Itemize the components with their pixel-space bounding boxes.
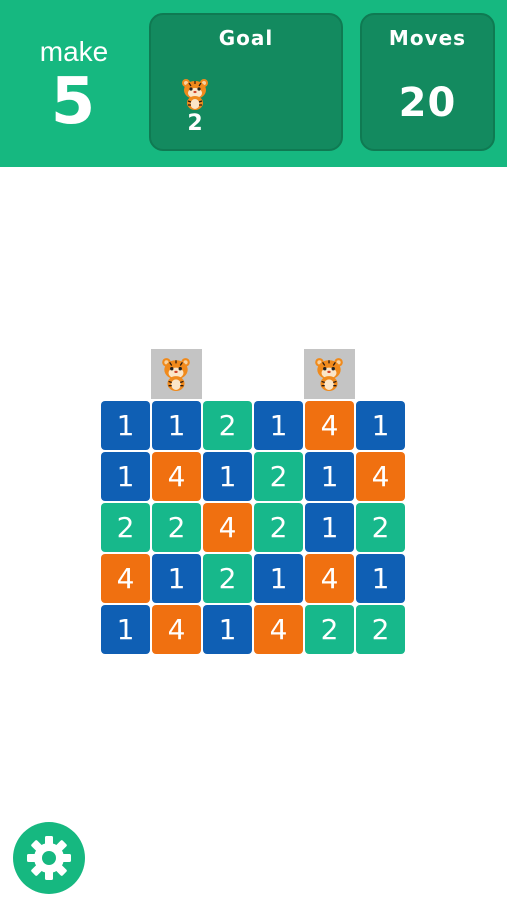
number-tile[interactable]: 4 bbox=[101, 554, 150, 603]
number-tile[interactable]: 2 bbox=[356, 605, 405, 654]
number-tile[interactable]: 2 bbox=[356, 503, 405, 552]
number-tile[interactable]: 1 bbox=[305, 452, 354, 501]
tiger-icon bbox=[159, 351, 193, 397]
header-bar: make 5 Goal 2 Moves 20 bbox=[0, 0, 507, 167]
make-target-number: 5 bbox=[50, 65, 98, 139]
gear-icon bbox=[27, 836, 71, 880]
number-tile[interactable]: 1 bbox=[203, 452, 252, 501]
number-tile[interactable]: 4 bbox=[152, 605, 201, 654]
number-tile[interactable]: 1 bbox=[254, 401, 303, 450]
goal-title: Goal bbox=[218, 26, 274, 50]
goal-panel: Goal 2 bbox=[149, 13, 343, 151]
tiger-icon bbox=[182, 79, 208, 110]
number-tile[interactable]: 4 bbox=[356, 452, 405, 501]
number-tile[interactable]: 2 bbox=[254, 452, 303, 501]
number-tile[interactable]: 1 bbox=[203, 605, 252, 654]
number-tile[interactable]: 4 bbox=[152, 452, 201, 501]
goal-item: 2 bbox=[177, 77, 213, 139]
number-tile[interactable]: 1 bbox=[101, 605, 150, 654]
moves-panel: Moves 20 bbox=[360, 13, 495, 151]
number-tile[interactable]: 2 bbox=[305, 605, 354, 654]
number-tile[interactable]: 4 bbox=[305, 554, 354, 603]
moves-title: Moves bbox=[388, 26, 467, 50]
settings-button[interactable] bbox=[13, 822, 85, 894]
number-tile[interactable]: 2 bbox=[254, 503, 303, 552]
target-cell bbox=[151, 349, 202, 399]
number-tile[interactable]: 4 bbox=[203, 503, 252, 552]
number-tile[interactable]: 2 bbox=[203, 554, 252, 603]
number-tile[interactable]: 1 bbox=[101, 401, 150, 450]
target-cell bbox=[304, 349, 355, 399]
number-tile[interactable]: 1 bbox=[356, 401, 405, 450]
tiger-icon bbox=[312, 351, 346, 397]
number-tile[interactable]: 1 bbox=[356, 554, 405, 603]
number-tile[interactable]: 1 bbox=[305, 503, 354, 552]
game-board: 112141141214224212412141141422 bbox=[100, 349, 407, 655]
number-tile[interactable]: 1 bbox=[152, 554, 201, 603]
number-tile[interactable]: 1 bbox=[152, 401, 201, 450]
number-tile[interactable]: 2 bbox=[203, 401, 252, 450]
number-tile[interactable]: 2 bbox=[101, 503, 150, 552]
number-tile[interactable]: 4 bbox=[254, 605, 303, 654]
number-tile[interactable]: 1 bbox=[101, 452, 150, 501]
goal-count: 2 bbox=[187, 111, 203, 136]
number-tile[interactable]: 1 bbox=[254, 554, 303, 603]
moves-count: 20 bbox=[398, 80, 457, 126]
number-tile[interactable]: 4 bbox=[305, 401, 354, 450]
number-tile[interactable]: 2 bbox=[152, 503, 201, 552]
